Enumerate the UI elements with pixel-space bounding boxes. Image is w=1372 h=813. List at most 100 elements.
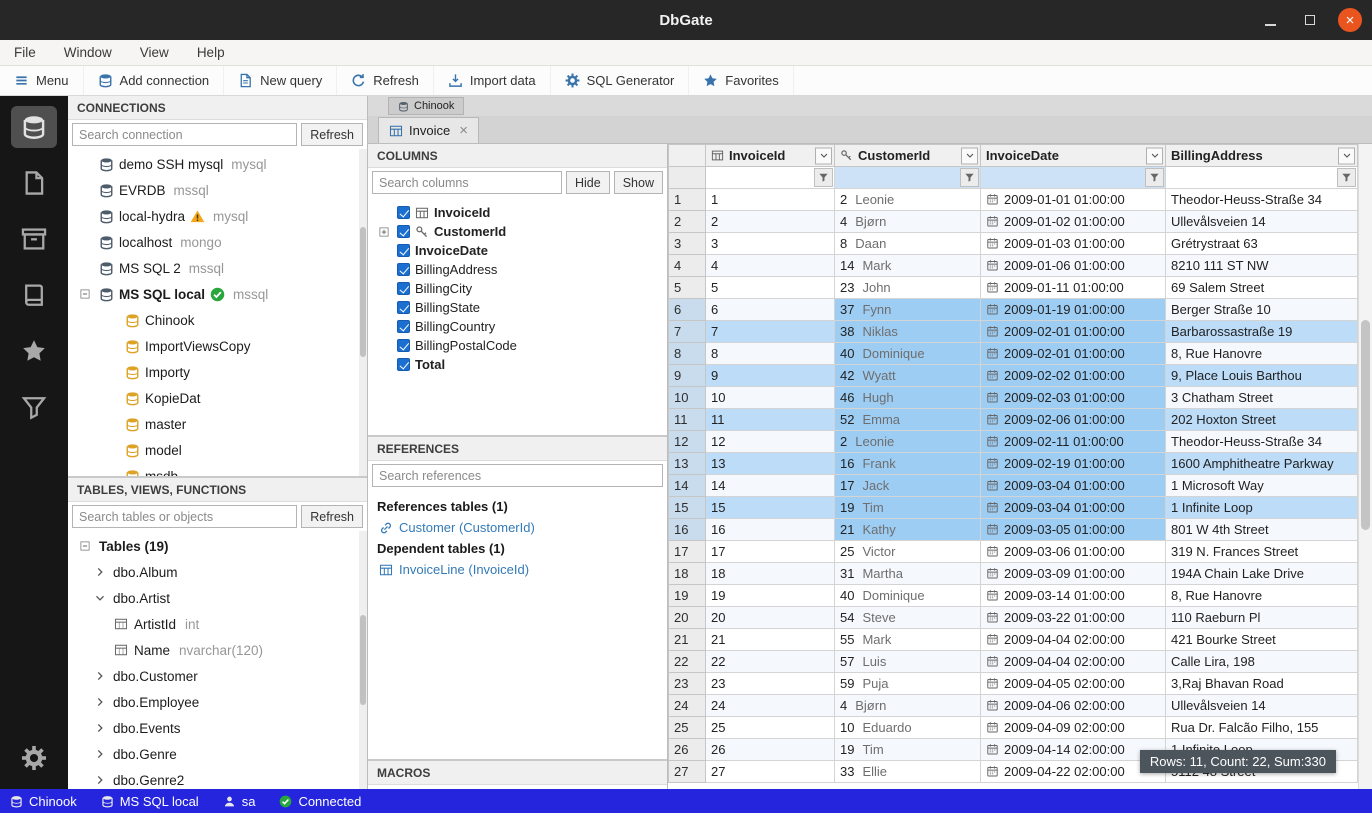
reference-link-customer-customerid[interactable]: Customer (CustomerId) [377,517,658,538]
cell-billingaddress[interactable]: 1 Microsoft Way [1166,475,1358,497]
cell-invoicedate[interactable]: 2009-03-04 01:00:00 [981,475,1166,497]
row-number-cell[interactable]: 7 [669,321,706,343]
database-item-model[interactable]: model [68,437,367,463]
cell-billingaddress[interactable]: Ullevålsveien 14 [1166,211,1358,233]
grid-scrollbar[interactable] [1358,144,1372,789]
cell-invoiceid[interactable]: 24 [706,695,835,717]
cell-customerid[interactable]: 19Tim [835,497,981,519]
cell-invoiceid[interactable]: 17 [706,541,835,563]
column-item-name[interactable]: Namenvarchar(120) [68,637,367,663]
menu-file[interactable]: File [14,45,36,60]
row-number-cell[interactable]: 17 [669,541,706,563]
statusbar-user[interactable]: sa [223,794,256,809]
cell-customerid[interactable]: 33Ellie [835,761,981,783]
connection-item-ms-sql-local[interactable]: MS SQL localmssql [68,281,367,307]
cell-customerid[interactable]: 25Victor [835,541,981,563]
table-item-dbo-events[interactable]: dbo.Events [68,715,367,741]
cell-billingaddress[interactable]: 8, Rue Hanovre [1166,585,1358,607]
references-search-input[interactable] [372,464,663,487]
row-number-cell[interactable]: 24 [669,695,706,717]
cell-billingaddress[interactable]: Grétrystraat 63 [1166,233,1358,255]
expand-expander-icon[interactable] [376,226,392,238]
cell-customerid[interactable]: 4Bjørn [835,211,981,233]
column-header-invoiceid[interactable]: InvoiceId [706,145,835,167]
cell-invoiceid[interactable]: 2 [706,211,835,233]
filter-button[interactable] [1145,168,1164,187]
cell-invoiceid[interactable]: 12 [706,431,835,453]
collapse-expander-icon[interactable] [76,540,94,552]
row-number-cell[interactable]: 27 [669,761,706,783]
cell-invoiceid[interactable]: 8 [706,343,835,365]
toolbar-favorites[interactable]: Favorites [689,66,793,95]
connection-item-evrdb[interactable]: EVRDBmssql [68,177,367,203]
column-checkbox[interactable] [397,282,410,295]
row-number-cell[interactable]: 6 [669,299,706,321]
cell-invoiceid[interactable]: 22 [706,651,835,673]
tab-close-icon[interactable]: × [459,123,468,138]
cell-invoicedate[interactable]: 2009-03-22 01:00:00 [981,607,1166,629]
cell-invoiceid[interactable]: 15 [706,497,835,519]
cell-customerid[interactable]: 2Leonie [835,189,981,211]
filter-cell-customerid[interactable] [835,167,981,189]
cell-customerid[interactable]: 40Dominique [835,585,981,607]
statusbar-status[interactable]: Connected [279,794,361,809]
column-header-billingaddress[interactable]: BillingAddress [1166,145,1358,167]
row-number-cell[interactable]: 3 [669,233,706,255]
chevron-right-icon[interactable] [92,670,108,682]
table-item-dbo-artist[interactable]: dbo.Artist [68,585,367,611]
column-menu-button[interactable] [1146,147,1163,164]
cell-invoicedate[interactable]: 2009-01-11 01:00:00 [981,277,1166,299]
cell-invoicedate[interactable]: 2009-04-04 02:00:00 [981,651,1166,673]
database-item-master[interactable]: master [68,411,367,437]
column-item-billingcity[interactable]: BillingCity [368,279,667,298]
tab-invoice[interactable]: Invoice × [378,117,479,143]
chevron-right-icon[interactable] [92,748,108,760]
tables-refresh-button[interactable]: Refresh [301,505,363,528]
cell-invoicedate[interactable]: 2009-02-01 01:00:00 [981,321,1166,343]
chevron-right-icon[interactable] [92,774,108,786]
cell-invoiceid[interactable]: 23 [706,673,835,695]
cell-invoiceid[interactable]: 9 [706,365,835,387]
cell-customerid[interactable]: 23John [835,277,981,299]
cell-customerid[interactable]: 16Frank [835,453,981,475]
cell-invoiceid[interactable]: 14 [706,475,835,497]
table-item-dbo-genre[interactable]: dbo.Genre [68,741,367,767]
cell-customerid[interactable]: 4Bjørn [835,695,981,717]
column-checkbox[interactable] [397,206,410,219]
column-item-invoiceid[interactable]: InvoiceId [368,203,667,222]
column-checkbox[interactable] [397,263,410,276]
cell-customerid[interactable]: 52Emma [835,409,981,431]
cell-invoicedate[interactable]: 2009-01-03 01:00:00 [981,233,1166,255]
chevron-right-icon[interactable] [92,566,108,578]
column-menu-button[interactable] [815,147,832,164]
cell-invoiceid[interactable]: 3 [706,233,835,255]
cell-invoiceid[interactable]: 21 [706,629,835,651]
cell-billingaddress[interactable]: Theodor-Heuss-Straße 34 [1166,431,1358,453]
menu-help[interactable]: Help [197,45,225,60]
row-number-cell[interactable]: 5 [669,277,706,299]
cell-billingaddress[interactable]: 3 Chatham Street [1166,387,1358,409]
column-item-total[interactable]: Total [368,355,667,374]
cell-invoiceid[interactable]: 18 [706,563,835,585]
row-number-cell[interactable]: 8 [669,343,706,365]
cell-billingaddress[interactable]: 1600 Amphitheatre Parkway [1166,453,1358,475]
table-item-dbo-customer[interactable]: dbo.Customer [68,663,367,689]
rail-filter-icon[interactable] [11,386,57,428]
collapse-expander-icon[interactable] [76,288,94,300]
cell-customerid[interactable]: 19Tim [835,739,981,761]
chevron-right-icon[interactable] [92,722,108,734]
connection-item-local-hydra[interactable]: local-hydramysql [68,203,367,229]
column-menu-button[interactable] [1338,147,1355,164]
cell-billingaddress[interactable]: Calle Lira, 198 [1166,651,1358,673]
toolbar-new-query[interactable]: New query [224,66,337,95]
cell-customerid[interactable]: 38Niklas [835,321,981,343]
row-number-cell[interactable]: 16 [669,519,706,541]
cell-customerid[interactable]: 21Kathy [835,519,981,541]
row-number-cell[interactable]: 2 [669,211,706,233]
cell-invoicedate[interactable]: 2009-04-04 02:00:00 [981,629,1166,651]
cell-invoiceid[interactable]: 19 [706,585,835,607]
filter-button[interactable] [814,168,833,187]
cell-invoicedate[interactable]: 2009-04-05 02:00:00 [981,673,1166,695]
row-number-cell[interactable]: 18 [669,563,706,585]
column-item-invoicedate[interactable]: InvoiceDate [368,241,667,260]
